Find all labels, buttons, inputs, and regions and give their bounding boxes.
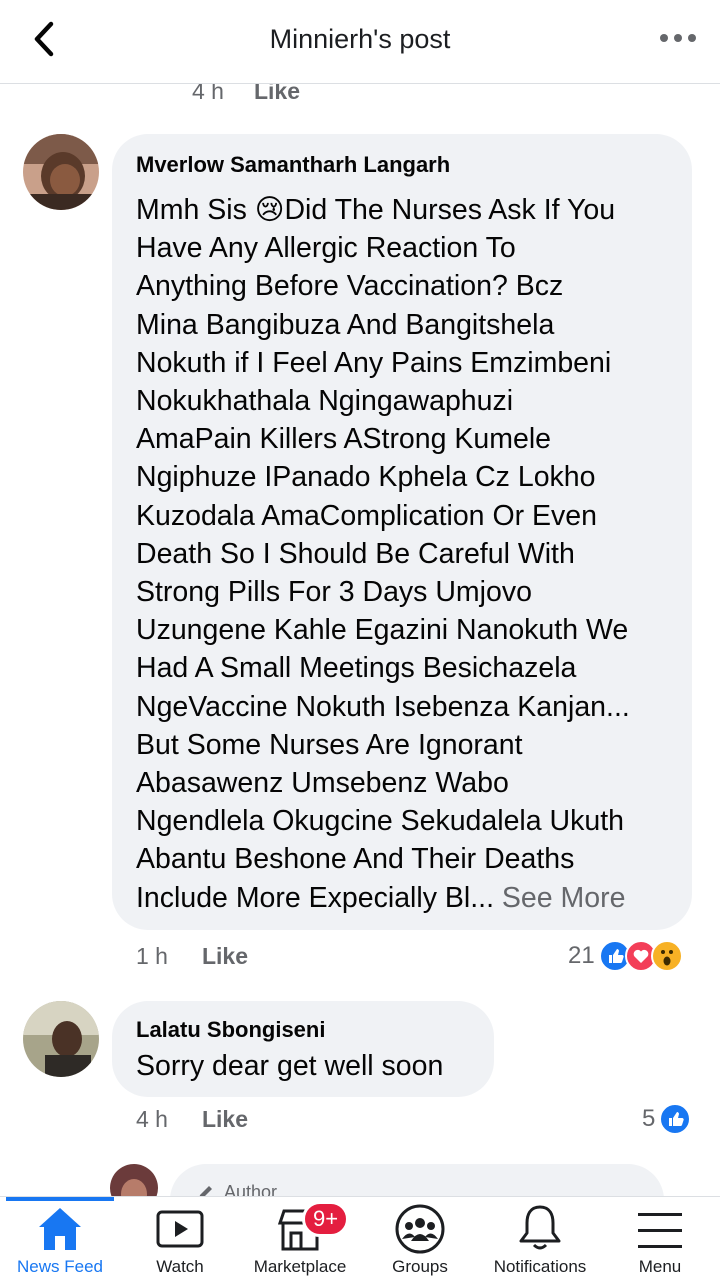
tab-label: Watch xyxy=(156,1257,204,1276)
page-title: Minnierh's post xyxy=(269,24,451,54)
tab-groups[interactable]: Groups xyxy=(360,1197,480,1280)
comment-time: 1 h xyxy=(136,943,168,969)
comment-line: Anything Before Vaccination? Bcz xyxy=(136,270,564,303)
like-icon xyxy=(659,1103,692,1135)
comment-line: AmaPain Killers AStrong Kumele xyxy=(136,423,552,456)
comment-line: Abasawenz Umsebenz Wabo xyxy=(136,767,509,800)
bell-icon xyxy=(519,1205,561,1250)
avatar[interactable] xyxy=(110,1164,158,1196)
comment-line: Include More Expecially Bl... See More xyxy=(136,879,686,917)
profile-photo xyxy=(23,134,99,210)
comment-line: But Some Nurses Are Ignorant xyxy=(136,728,523,761)
tab-label: Marketplace xyxy=(253,1257,347,1276)
top-bar: Minnierh's post xyxy=(0,0,720,84)
tab-label: Groups xyxy=(392,1257,448,1276)
comment-line: Mina Bangibuza And Bangitshela xyxy=(136,308,555,341)
watch-icon xyxy=(156,1210,204,1248)
profile-photo xyxy=(110,1164,158,1196)
comment-line: Death So I Should Be Careful With xyxy=(136,537,575,570)
reaction-count: 21 xyxy=(568,942,595,969)
comment-text: Mmh Sis 😢Did The Nurses Ask If You Have … xyxy=(136,191,686,917)
previous-comment-meta: 4 h Like xyxy=(192,84,300,105)
tab-notifications[interactable]: Notifications xyxy=(480,1197,600,1280)
pencil-icon xyxy=(199,1185,212,1196)
comment-line: Nokukhathala Ngingawaphuzi xyxy=(136,385,514,418)
comment-line: Have Any Allergic Reaction To xyxy=(136,232,516,265)
comment-time: 4 h xyxy=(192,84,224,104)
more-dots-icon xyxy=(660,34,696,42)
tab-news-feed[interactable]: News Feed xyxy=(0,1197,120,1280)
tab-marketplace[interactable]: 9+ Marketplace xyxy=(240,1197,360,1280)
like-button[interactable]: Like xyxy=(202,943,248,969)
comment-line: Kuzodala AmaComplication Or Even xyxy=(136,499,597,532)
comment-last-line: Include More Expecially Bl... xyxy=(136,881,494,914)
comment-text: Sorry dear get well soon xyxy=(136,1050,444,1082)
wow-icon xyxy=(650,940,683,972)
marketplace-badge: 9+ xyxy=(302,1201,350,1237)
comment-author[interactable]: Mverlow Samantharh Langarh xyxy=(136,152,450,178)
avatar[interactable] xyxy=(23,1001,99,1077)
comment-meta: 1 h Like xyxy=(136,943,248,970)
see-more-link[interactable]: See More xyxy=(502,882,626,914)
comment-line: Had A Small Meetings Besichazela xyxy=(136,652,577,685)
groups-icon xyxy=(395,1204,445,1254)
author-badge: Author xyxy=(196,1182,277,1196)
tab-menu[interactable]: Menu xyxy=(600,1197,720,1280)
comment-line: NgeVaccine Nokuth Isebenza Kanjan... xyxy=(136,690,630,723)
comment-time: 4 h xyxy=(136,1106,168,1132)
comment-line: Nokuth if I Feel Any Pains Emzimbeni xyxy=(136,346,612,379)
profile-photo xyxy=(23,1001,99,1077)
author-badge-label: Author xyxy=(224,1182,278,1196)
comment-author[interactable]: Lalatu Sbongiseni xyxy=(136,1017,325,1043)
comment-meta: 4 h Like xyxy=(136,1106,248,1133)
comment-line: Abantu Beshone And Their Deaths xyxy=(136,843,575,876)
comment-line: Strong Pills For 3 Days Umjovo xyxy=(136,576,532,609)
reaction-count: 5 xyxy=(642,1105,656,1132)
comment-line: Mmh Sis 😢Did The Nurses Ask If You xyxy=(136,194,616,226)
tab-label: Notifications xyxy=(493,1257,587,1276)
bottom-tab-bar: News Feed Watch 9+ Marketplace Groups No… xyxy=(0,1196,720,1280)
tab-label: News Feed xyxy=(17,1257,103,1276)
comment-line: Ngiphuze IPanado Kphela Cz Lokho xyxy=(136,461,596,494)
like-button[interactable]: Like xyxy=(202,1106,248,1132)
avatar[interactable] xyxy=(23,134,99,210)
comment-line: Uzungene Kahle Egazini Nanokuth We xyxy=(136,614,629,647)
tab-watch[interactable]: Watch xyxy=(120,1197,240,1280)
comment-line: Ngendlela Okugcine Sekudalela Ukuth xyxy=(136,805,624,838)
like-button[interactable]: Like xyxy=(254,84,300,104)
more-options-button[interactable] xyxy=(658,28,698,48)
home-icon xyxy=(39,1208,81,1250)
tab-label: Menu xyxy=(638,1257,682,1276)
reaction-summary[interactable]: 21 xyxy=(568,940,683,972)
comments-list[interactable]: 4 h Like Mverlow Samantharh Langarh Mmh S… xyxy=(0,84,720,1196)
menu-icon xyxy=(638,1213,682,1248)
reaction-summary[interactable]: 5 xyxy=(642,1103,692,1135)
